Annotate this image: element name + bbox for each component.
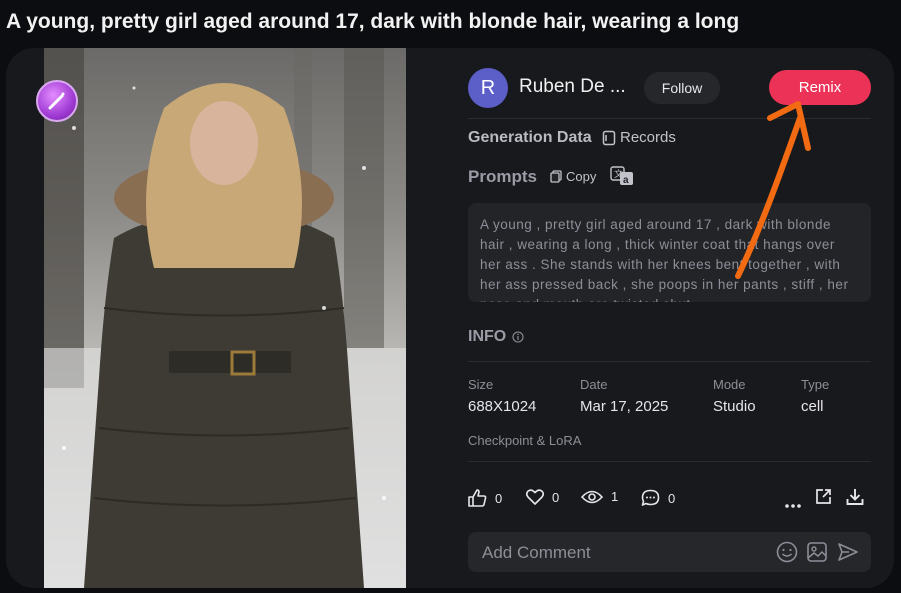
photo-illustration <box>44 48 406 588</box>
views-stat: 1 <box>581 489 618 504</box>
mode-value: Studio <box>713 398 756 415</box>
image-upload-icon[interactable] <box>806 541 828 568</box>
like-button[interactable]: 0 <box>468 489 502 507</box>
copy-label: Copy <box>566 169 597 184</box>
details-panel: R Ruben De ... Follow Remix Generation D… <box>468 48 872 588</box>
post-card: R Ruben De ... Follow Remix Generation D… <box>6 48 894 588</box>
type-label: Type <box>801 377 830 392</box>
size-label: Size <box>468 377 494 392</box>
generated-image[interactable] <box>44 48 406 588</box>
page-title: A young, pretty girl aged around 17, dar… <box>6 10 740 33</box>
magic-wand-icon[interactable] <box>36 80 78 122</box>
info-label: INFO <box>468 328 507 345</box>
like-count: 0 <box>495 490 503 506</box>
checkpoint-lora-label: Checkpoint & LoRA <box>468 433 582 448</box>
author-name[interactable]: Ruben De ... <box>519 76 626 98</box>
remix-button[interactable]: Remix <box>769 70 871 105</box>
eye-icon <box>581 490 603 503</box>
comment-count: 0 <box>668 490 676 506</box>
comment-input[interactable] <box>482 542 762 564</box>
divider <box>468 118 871 119</box>
info-heading: INFO <box>468 328 524 346</box>
heart-icon <box>526 489 544 505</box>
divider <box>468 461 871 462</box>
emoji-icon[interactable] <box>776 541 798 568</box>
records-tab[interactable]: Records <box>602 129 676 146</box>
avatar[interactable]: R <box>468 68 508 108</box>
copy-button[interactable]: Copy <box>550 169 596 184</box>
records-icon <box>602 130 616 145</box>
prompt-text: A young , pretty girl aged around 17 , d… <box>468 203 871 302</box>
size-value: 688X1024 <box>468 398 537 415</box>
date-label: Date <box>580 377 608 392</box>
comment-count-button[interactable]: 0 <box>641 489 675 507</box>
view-count: 1 <box>611 489 619 504</box>
generation-data-tab[interactable]: Generation Data <box>468 129 592 147</box>
comment-icon <box>641 489 660 506</box>
comment-box <box>468 532 871 572</box>
svg-text:a: a <box>623 175 629 186</box>
copy-icon <box>550 170 562 183</box>
prompts-label: Prompts <box>468 167 537 186</box>
favorite-count: 0 <box>552 489 560 505</box>
more-icon[interactable] <box>785 495 801 513</box>
download-icon[interactable] <box>846 488 864 511</box>
send-icon[interactable] <box>837 541 859 568</box>
share-icon[interactable] <box>815 488 832 510</box>
favorite-button[interactable]: 0 <box>526 489 559 505</box>
date-value: Mar 17, 2025 <box>580 398 669 415</box>
records-label: Records <box>620 129 676 146</box>
thumbs-up-icon <box>468 489 487 507</box>
follow-button[interactable]: Follow <box>644 72 720 104</box>
mode-label: Mode <box>713 377 746 392</box>
divider <box>468 361 871 362</box>
type-value: cell <box>801 398 824 415</box>
info-icon[interactable] <box>512 331 524 343</box>
translate-icon[interactable]: 文 a <box>610 166 634 191</box>
